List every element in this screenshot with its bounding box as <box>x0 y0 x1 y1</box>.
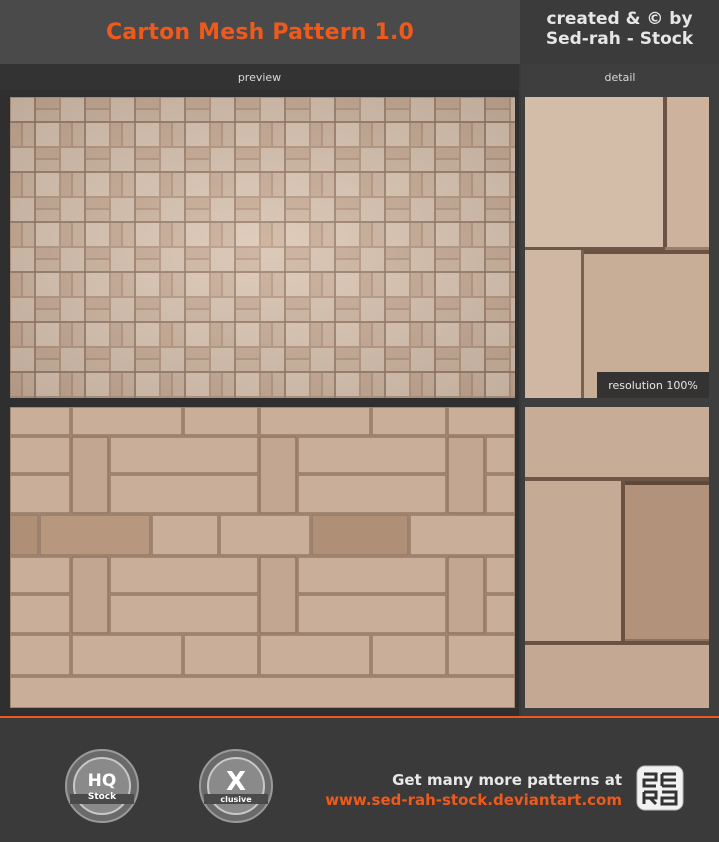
detail-zoom-small: resolution 100% <box>525 97 709 398</box>
author-name: Sed-rah - Stock <box>545 29 694 49</box>
page-title: Carton Mesh Pattern 1.0 <box>105 19 415 45</box>
hq-stock-badge: HQ Stock <box>64 748 140 824</box>
svg-text:Stock: Stock <box>88 792 117 802</box>
detail-zoom-large <box>525 407 709 708</box>
svg-text:HQ: HQ <box>88 771 117 791</box>
promo-block: Get many more patterns at www.sed-rah-st… <box>325 771 622 809</box>
preview-pattern-small <box>10 97 515 398</box>
resolution-badge: resolution 100% <box>597 372 709 398</box>
preview-label: preview <box>0 64 519 90</box>
detail-label: detail <box>521 64 719 90</box>
promo-line: Get many more patterns at <box>392 771 622 789</box>
svg-text:X: X <box>226 767 246 797</box>
sed-rah-logo-icon <box>636 765 684 811</box>
credit-block: created & © by Sed-rah - Stock <box>520 0 719 64</box>
svg-text:clusive: clusive <box>220 795 252 804</box>
credit-line: created & © by <box>546 9 693 29</box>
preview-pattern-large <box>10 407 515 708</box>
header: Carton Mesh Pattern 1.0 created & © by S… <box>0 0 719 64</box>
xclusive-badge: X clusive <box>198 748 274 824</box>
promo-url-link[interactable]: www.sed-rah-stock.deviantart.com <box>325 791 622 809</box>
